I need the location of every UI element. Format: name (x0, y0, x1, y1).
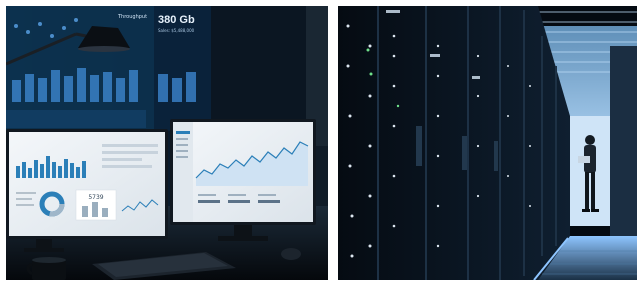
laptop (578, 156, 590, 163)
office-scene: Throughput 380 Gb Sales: $5,488,000 5739 (6, 6, 328, 280)
office-monitors-photo: Throughput 380 Gb Sales: $5,488,000 5739 (6, 6, 328, 280)
background-display-strip (6, 110, 146, 128)
left-monitor: 5739 (6, 129, 168, 252)
left-screen-card-value: 5739 (88, 194, 103, 201)
background-header-label: Throughput (117, 14, 147, 20)
coffee-mug (26, 257, 66, 280)
server-room-photo (338, 6, 637, 280)
right-monitor (170, 119, 316, 241)
mouse (281, 248, 301, 260)
right-rack-row (610, 46, 637, 246)
background-big-value: 380 Gb (158, 14, 195, 26)
server-room-scene (338, 6, 637, 280)
left-monitor-screen (9, 132, 165, 236)
background-sub-value: Sales: $5,488,000 (158, 28, 195, 33)
left-rack-row (338, 6, 570, 280)
